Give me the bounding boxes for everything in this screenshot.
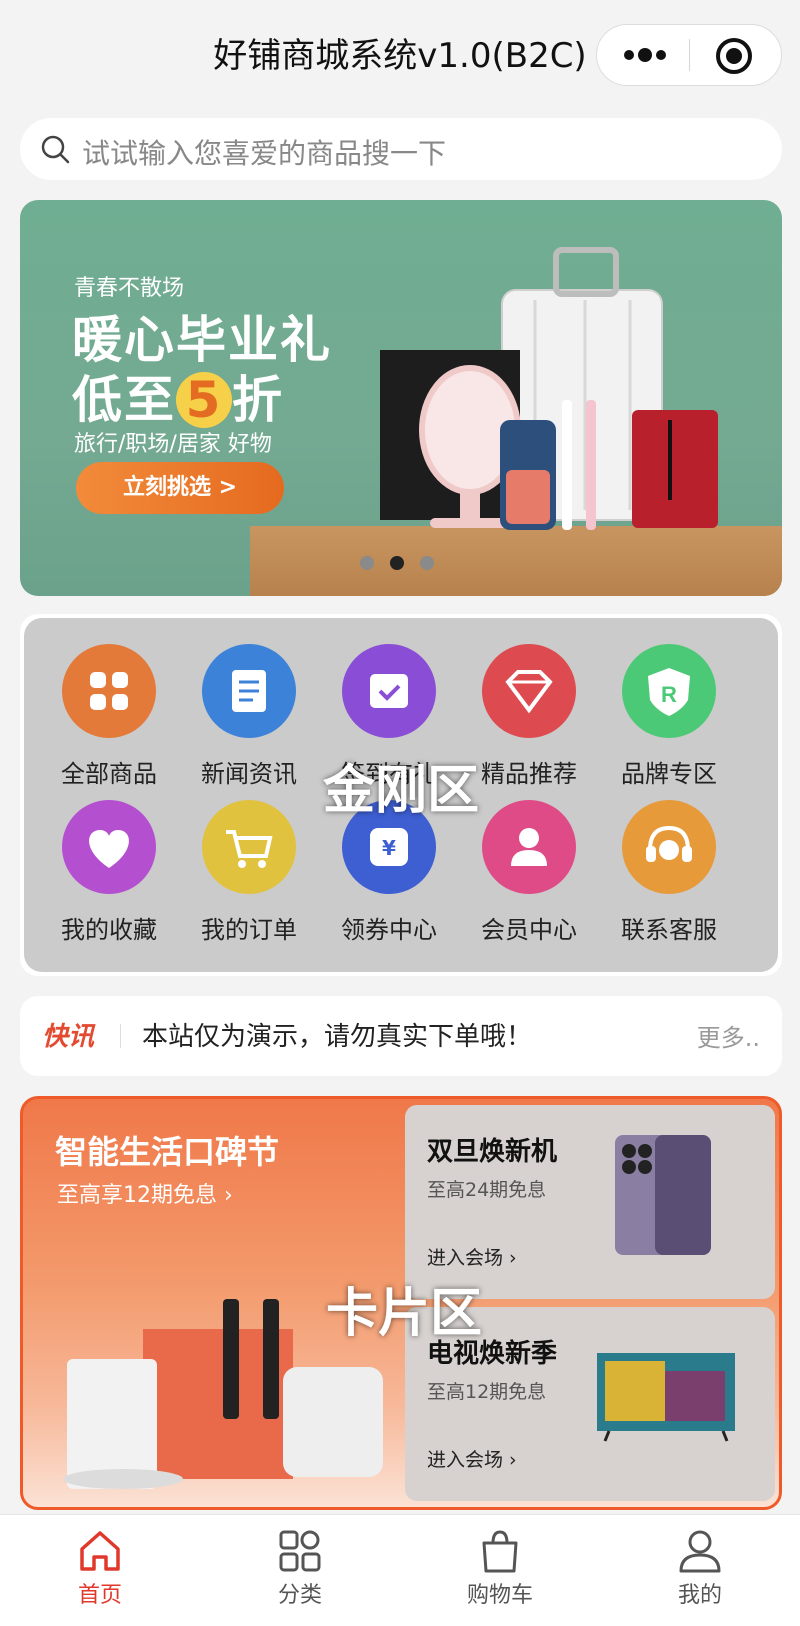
news-tag: 快讯: [42, 1022, 95, 1052]
svg-text:R: R: [661, 682, 677, 707]
promo-card-subtitle: 至高24期免息: [427, 1179, 547, 1201]
search-bar[interactable]: 试试输入您喜爱的商品搜一下: [20, 118, 782, 180]
calendar-icon: [342, 644, 436, 738]
kk-label: 我的收藏: [61, 916, 157, 944]
svg-text:¥: ¥: [382, 836, 396, 860]
pager-dot[interactable]: [420, 556, 434, 570]
kk-item-service[interactable]: 联系客服: [602, 800, 732, 960]
kk-label: 会员中心: [481, 916, 577, 944]
diamond-icon: [482, 644, 576, 738]
banner-subline: 旅行/职场/居家 好物: [74, 432, 272, 457]
pager-dot[interactable]: [360, 556, 374, 570]
promo-card-link[interactable]: 进入会场 ›: [427, 1445, 517, 1472]
card-overlay-label: 卡片区: [325, 1284, 482, 1344]
banner-tagline: 青春不散场: [74, 276, 185, 301]
tab-label: 我的: [677, 1583, 722, 1608]
kingkong-section: 全部商品 新闻资讯 签到有礼 精品推荐 R 品牌专区 我的收藏 我的订单 ¥ 领…: [20, 614, 782, 976]
category-icon: [279, 1530, 321, 1572]
close-miniprogram-icon[interactable]: [715, 37, 753, 75]
tab-mine[interactable]: 我的: [600, 1529, 800, 1619]
coupon-icon: ¥: [342, 800, 436, 894]
phone-image: [615, 1135, 711, 1255]
kk-label: 我的订单: [201, 916, 297, 944]
kk-label: 品牌专区: [621, 760, 717, 788]
mini-program-capsule: [596, 24, 782, 86]
search-icon: [41, 135, 70, 164]
news-divider: [120, 1024, 121, 1048]
kk-label: 签到有礼: [341, 760, 437, 788]
shopping-bag-icon: [482, 1530, 518, 1573]
heart-icon: [62, 800, 156, 894]
navigation-bar: 好铺商城系统v1.0(B2C): [0, 0, 800, 108]
promo-banner[interactable]: 青春不散场 暖心毕业礼 低至 5 折 旅行/职场/居家 好物 立刻挑选 >: [20, 200, 782, 596]
promo-card-title: 双旦焕新机: [427, 1137, 558, 1167]
news-icon: [202, 644, 296, 738]
banner-discount-number: 5: [176, 372, 232, 428]
card-section: 智能生活口碑节 至高享12期免息 › 双旦焕新机 至高24期免息 进入会场 › …: [20, 1096, 782, 1510]
tab-category[interactable]: 分类: [200, 1529, 400, 1619]
banner-pager: [360, 556, 450, 570]
card-main-title[interactable]: 智能生活口碑节: [55, 1127, 279, 1173]
kk-label: 全部商品: [61, 760, 157, 788]
news-more-link[interactable]: 更多..: [697, 1018, 760, 1053]
banner-cta-button[interactable]: 立刻挑选 >: [76, 462, 284, 514]
kk-item-recommend[interactable]: 精品推荐: [462, 644, 592, 804]
service-icon: [622, 800, 716, 894]
cart-icon: [202, 800, 296, 894]
banner-products-image: [380, 247, 718, 530]
page-title: 好铺商城系统v1.0(B2C): [213, 36, 587, 76]
capsule-divider: [689, 39, 690, 71]
grid-icon: [62, 644, 156, 738]
home-icon: [80, 1531, 120, 1571]
brand-icon: R: [622, 644, 716, 738]
user-icon: [679, 1530, 721, 1573]
tv-image: [597, 1353, 735, 1442]
kk-item-news[interactable]: 新闻资讯: [182, 644, 312, 804]
kk-item-brand[interactable]: R 品牌专区: [602, 644, 732, 804]
tab-cart[interactable]: 购物车: [400, 1529, 600, 1619]
more-icon[interactable]: [617, 39, 673, 71]
search-placeholder: 试试输入您喜爱的商品搜一下: [82, 137, 447, 170]
banner-discount-line: 低至 5 折: [72, 360, 284, 432]
kk-item-orders[interactable]: 我的订单: [182, 800, 312, 960]
kk-item-checkin[interactable]: 签到有礼: [322, 644, 452, 804]
promo-card-phone[interactable]: 双旦焕新机 至高24期免息 进入会场 ›: [405, 1105, 775, 1299]
kk-label: 新闻资讯: [201, 760, 297, 788]
bottom-tab-bar: 首页 分类 购物车 我的: [0, 1514, 800, 1626]
promo-card-link[interactable]: 进入会场 ›: [427, 1243, 517, 1270]
kk-item-coupons[interactable]: ¥ 领券中心: [322, 800, 452, 960]
pager-dot-active[interactable]: [390, 556, 404, 570]
tab-label: 购物车: [466, 1583, 533, 1608]
promo-card-subtitle: 至高12期免息: [427, 1381, 547, 1403]
news-ticker[interactable]: 快讯 本站仅为演示，请勿真实下单哦！ 更多..: [20, 996, 782, 1076]
kk-item-member[interactable]: 会员中心: [462, 800, 592, 960]
kk-item-favorites[interactable]: 我的收藏: [42, 800, 172, 960]
tab-label: 分类: [277, 1583, 322, 1608]
tab-label: 首页: [77, 1583, 122, 1608]
kk-item-all-products[interactable]: 全部商品: [42, 644, 172, 804]
card-main-subtitle[interactable]: 至高享12期免息 ›: [57, 1177, 233, 1209]
banner-discount-suffix: 折: [232, 371, 284, 429]
banner-discount-prefix: 低至: [72, 371, 176, 429]
kingkong-grid: 全部商品 新闻资讯 签到有礼 精品推荐 R 品牌专区 我的收藏 我的订单 ¥ 领…: [24, 618, 778, 972]
kk-label: 精品推荐: [481, 760, 577, 788]
tab-home[interactable]: 首页: [0, 1529, 200, 1619]
kk-label: 领券中心: [341, 916, 437, 944]
kk-label: 联系客服: [621, 916, 717, 944]
news-text[interactable]: 本站仅为演示，请勿真实下单哦！: [142, 1016, 532, 1053]
member-icon: [482, 800, 576, 894]
